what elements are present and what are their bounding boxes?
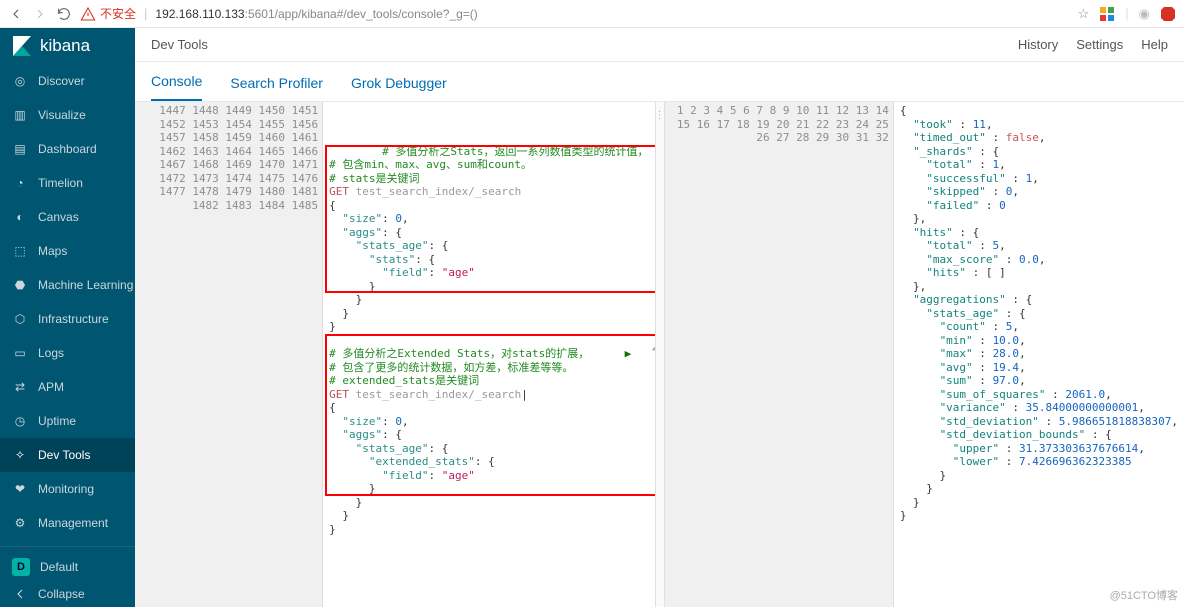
back-icon[interactable] (8, 6, 24, 22)
run-controls[interactable]: ▶ ٌ (625, 347, 651, 361)
sidebar-item-canvas[interactable]: ◐ Canvas (0, 200, 135, 234)
sidebar-item-dev-tools[interactable]: ✧ Dev Tools (0, 438, 135, 472)
nav-label: APM (38, 380, 64, 394)
nav-icon: ⬡ (12, 312, 28, 326)
nav-icon: ⬚ (12, 244, 28, 258)
link-history[interactable]: History (1018, 37, 1058, 52)
sidebar-item-maps[interactable]: ⬚ Maps (0, 234, 135, 268)
nav-label: Monitoring (38, 482, 94, 496)
nav: ◎ Discover ▥ Visualize ▤ Dashboard ◔ Timelion ◐ C… (0, 64, 135, 540)
adblock-icon[interactable] (1160, 6, 1176, 22)
sidebar-item-timelion[interactable]: ◔ Timelion (0, 166, 135, 200)
nav-icon: ⇄ (12, 380, 28, 394)
watermark: @51CTO博客 (1110, 587, 1178, 603)
nav-label: Maps (38, 244, 67, 258)
sidebar-item-collapse[interactable]: Collapse (0, 580, 135, 607)
nav-label: Dashboard (38, 142, 97, 156)
nav-icon: ✧ (12, 448, 28, 462)
sidebar-item-management[interactable]: ⚙ Management (0, 506, 135, 540)
brand[interactable]: kibana (0, 28, 135, 64)
forward-icon[interactable] (32, 6, 48, 22)
page-title: Dev Tools (151, 37, 208, 52)
nav-label: Dev Tools (38, 448, 90, 462)
splitter[interactable]: ⋮ (655, 102, 665, 607)
default-label: Default (40, 560, 78, 574)
sidebar-item-dashboard[interactable]: ▤ Dashboard (0, 132, 135, 166)
tabbar: Console Search Profiler Grok Debugger (135, 62, 1184, 102)
nav-icon: ⬣ (12, 278, 28, 292)
tab-console[interactable]: Console (151, 73, 202, 101)
nav-label: Uptime (38, 414, 76, 428)
browser-actions: ☆ | ◉ (1078, 6, 1176, 22)
collapse-label: Collapse (38, 587, 85, 601)
link-help[interactable]: Help (1141, 37, 1168, 52)
nav-icon: ◐ (12, 210, 28, 224)
main: Dev Tools History Settings Help Console … (135, 28, 1184, 607)
nav-label: Timelion (38, 176, 83, 190)
browser-bar: 不安全 | 192.168.110.133:5601/app/kibana#/d… (0, 0, 1184, 28)
url-bar[interactable]: 192.168.110.133:5601/app/kibana#/dev_too… (155, 7, 1069, 21)
ext-icon[interactable] (1099, 6, 1115, 22)
sidebar: kibana ◎ Discover ▥ Visualize ▤ Dashboard ◔ Tim… (0, 28, 135, 607)
nav-icon: ◎ (12, 74, 28, 88)
tab-grok-debugger[interactable]: Grok Debugger (351, 75, 447, 101)
nav-label: Visualize (38, 108, 86, 122)
editor-pane[interactable]: 1447 1448 1449 1450 1451 1452 1453 1454 … (135, 102, 655, 607)
sidebar-item-uptime[interactable]: ◷ Uptime (0, 404, 135, 438)
workspace: 1447 1448 1449 1450 1451 1452 1453 1454 … (135, 102, 1184, 607)
nav-label: Logs (38, 346, 64, 360)
nav-icon: ◔ (12, 176, 28, 190)
nav-icon: ◷ (12, 414, 28, 428)
sidebar-item-machine-learning[interactable]: ⬣ Machine Learning (0, 268, 135, 302)
insecure-badge: 不安全 (80, 5, 136, 22)
response-gutter: 1 2 3 4 5 6 7 8 9 10 11 12 13 14 15 16 1… (665, 102, 894, 607)
nav-label: Canvas (38, 210, 79, 224)
sidebar-item-discover[interactable]: ◎ Discover (0, 64, 135, 98)
nav-label: Machine Learning (38, 278, 133, 292)
sidebar-item-apm[interactable]: ⇄ APM (0, 370, 135, 404)
brand-label: kibana (40, 36, 90, 56)
response-pane: 1 2 3 4 5 6 7 8 9 10 11 12 13 14 15 16 1… (665, 102, 1184, 607)
nav-icon: ⚙ (12, 516, 28, 530)
sidebar-item-infrastructure[interactable]: ⬡ Infrastructure (0, 302, 135, 336)
insecure-label: 不安全 (100, 5, 136, 22)
sidebar-item-logs[interactable]: ▭ Logs (0, 336, 135, 370)
nav-icon: ▭ (12, 346, 28, 360)
nav-label: Management (38, 516, 108, 530)
star-icon[interactable]: ☆ (1078, 6, 1090, 22)
tab-search-profiler[interactable]: Search Profiler (230, 75, 323, 101)
nav-icon: ▤ (12, 142, 28, 156)
default-badge: D (12, 558, 30, 576)
reload-icon[interactable] (56, 6, 72, 22)
link-settings[interactable]: Settings (1076, 37, 1123, 52)
sidebar-item-monitoring[interactable]: ❤ Monitoring (0, 472, 135, 506)
sidebar-item-visualize[interactable]: ▥ Visualize (0, 98, 135, 132)
sidebar-item-default[interactable]: D Default (0, 553, 135, 580)
nav-icon: ▥ (12, 108, 28, 122)
editor-code[interactable]: ▶ ٌ # 多值分析之Stats，返回一系列数值类型的统计值， # 包含min、… (323, 102, 654, 607)
nav-icon: ❤ (12, 482, 28, 496)
nav-label: Discover (38, 74, 85, 88)
nav-label: Infrastructure (38, 312, 109, 326)
editor-gutter: 1447 1448 1449 1450 1451 1452 1453 1454 … (135, 102, 323, 607)
response-code: { "took" : 11, "timed_out" : false, "_sh… (894, 102, 1184, 607)
avatar-icon[interactable]: ◉ (1139, 6, 1150, 22)
topbar: Dev Tools History Settings Help (135, 28, 1184, 62)
